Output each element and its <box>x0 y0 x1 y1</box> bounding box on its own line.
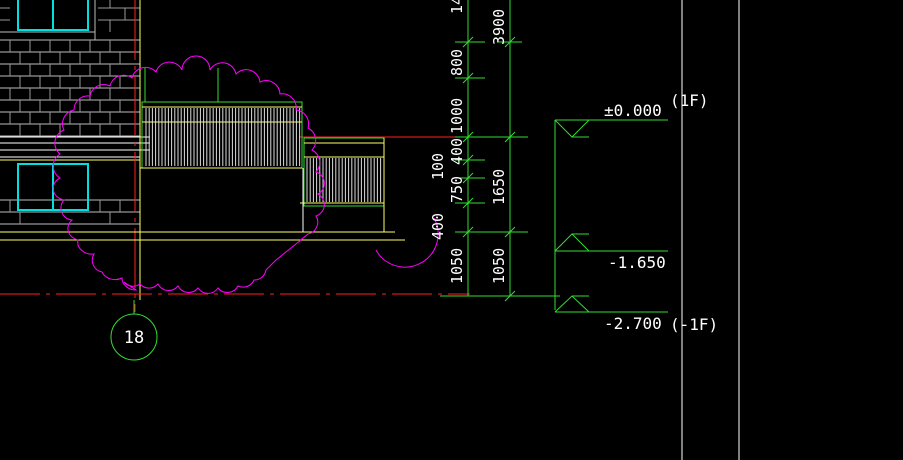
dim-800: 800 <box>448 49 466 76</box>
level-value-0: ±0.000 <box>604 101 662 120</box>
level-floor-0: (1F) <box>670 91 709 110</box>
dim-1000: 1000 <box>448 98 466 134</box>
floor-slab <box>0 136 150 158</box>
dim-left-3: 400 <box>429 213 447 240</box>
cad-drawing: ±0.000 (1F) -1.650 -2.700 (-1F) 14 800 1… <box>0 0 740 460</box>
dim-left-2: 400 <box>448 138 466 165</box>
brick-wall <box>0 0 140 225</box>
level-value-1650: -1.650 <box>608 253 666 272</box>
level-marker-2700 <box>554 295 668 313</box>
revision-cloud <box>52 55 325 294</box>
dim-left-0: 100 <box>429 153 447 180</box>
dim-right-0: 3900 <box>490 9 508 45</box>
dim-left-1: 750 <box>448 176 466 203</box>
level-marker-1650 <box>554 233 668 252</box>
dim-top-partial: 14 <box>448 0 466 14</box>
level-floor-2700: (-1F) <box>670 315 718 334</box>
cad-canvas[interactable]: ±0.000 (1F) -1.650 -2.700 (-1F) 14 800 1… <box>0 0 903 460</box>
window-upper <box>17 0 89 31</box>
railing-upper <box>141 68 303 169</box>
level-marker-0 <box>554 119 668 138</box>
level-value-2700: -2.700 <box>604 314 662 333</box>
railing-lower <box>300 137 385 232</box>
dim-right-3: 1050 <box>490 248 508 284</box>
ground-line <box>0 167 405 241</box>
grid-axis-label: 18 <box>124 328 144 348</box>
dim-left-4: 1050 <box>448 248 466 284</box>
dim-right-2: 1650 <box>490 169 508 205</box>
